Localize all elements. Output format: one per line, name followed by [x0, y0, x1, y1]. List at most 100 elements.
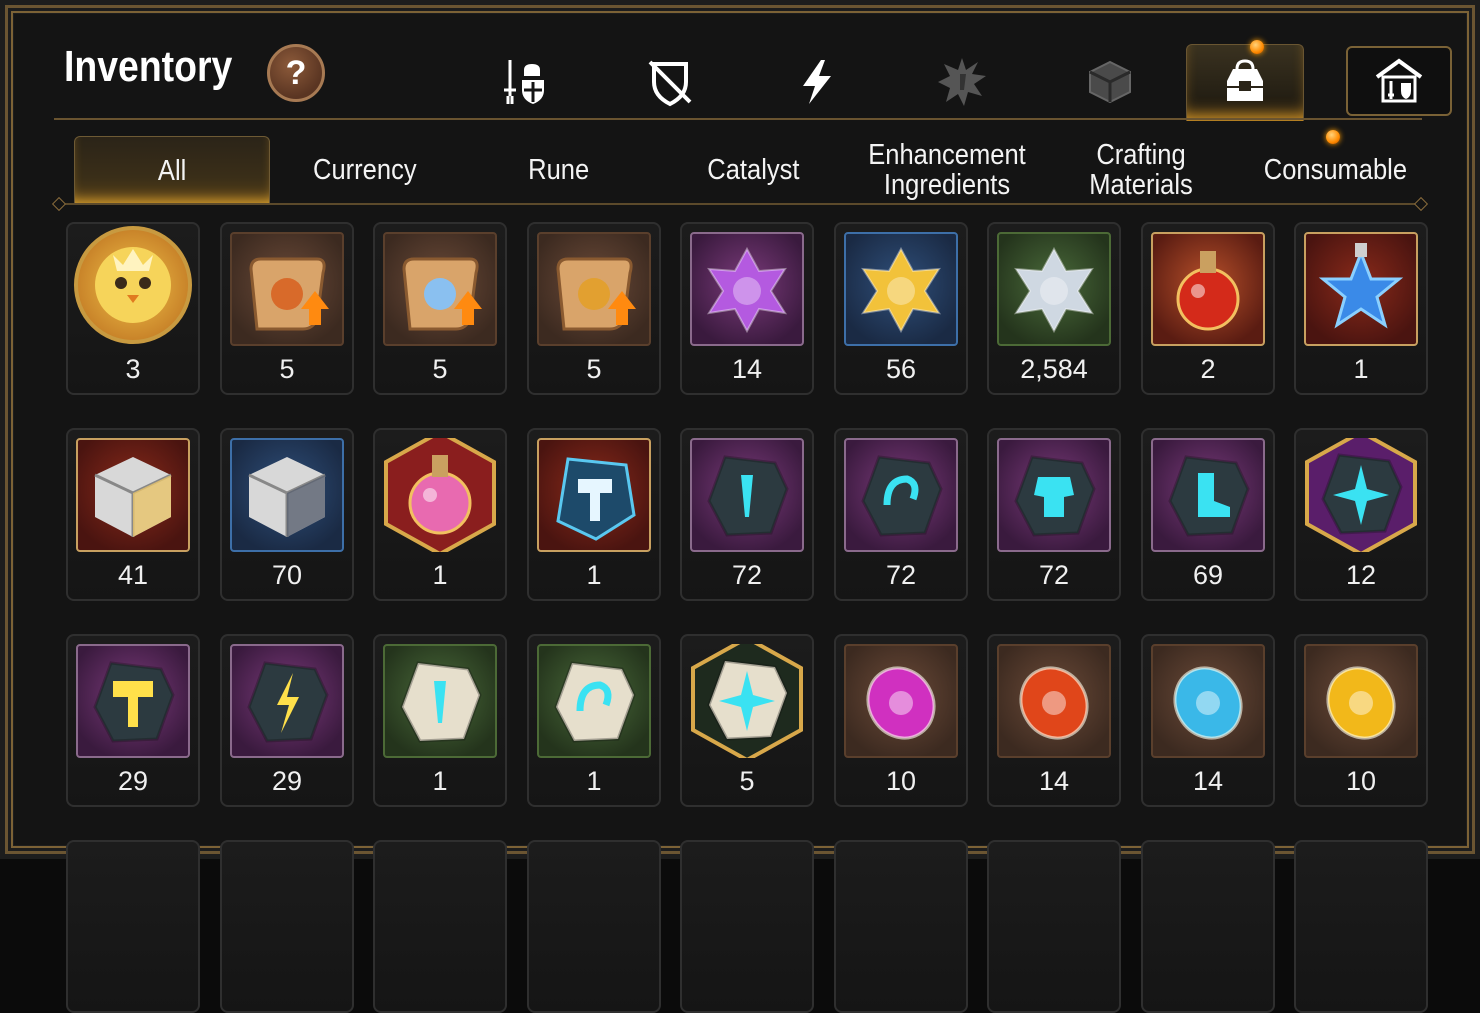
tab-label: Consumable: [1263, 154, 1407, 186]
header-divider: [54, 118, 1422, 120]
inventory-item[interactable]: 56: [834, 222, 968, 395]
inventory-item[interactable]: 1: [373, 634, 507, 807]
swirl-rune-light-icon: [537, 644, 651, 758]
bolt-rune-gold-icon: [230, 644, 344, 758]
inventory-item-partial[interactable]: [1294, 840, 1428, 1013]
tab-inventory[interactable]: [1186, 44, 1304, 121]
item-count: 70: [271, 560, 303, 590]
item-count: 72: [731, 560, 763, 590]
inventory-item[interactable]: 12: [1294, 428, 1428, 601]
inventory-item[interactable]: 10: [1294, 634, 1428, 807]
inventory-item[interactable]: 69: [1141, 428, 1275, 601]
help-button[interactable]: ?: [267, 44, 325, 102]
tab-enhancement-ingredients[interactable]: Enhancement Ingredients: [850, 136, 1044, 204]
inventory-item-partial[interactable]: [373, 840, 507, 1013]
item-count: 72: [1038, 560, 1070, 590]
hero-gear-icon: [504, 60, 544, 104]
moon-orb-icon: [844, 644, 958, 758]
boot-rune-stone-icon: [1151, 438, 1265, 552]
item-count: 5: [586, 354, 602, 384]
inventory-item[interactable]: 29: [66, 634, 200, 807]
inventory-item-partial[interactable]: [220, 840, 354, 1013]
inventory-item-partial[interactable]: [680, 840, 814, 1013]
inventory-item-partial[interactable]: [987, 840, 1121, 1013]
item-count: 1: [432, 766, 448, 796]
inventory-item[interactable]: 70: [220, 428, 354, 601]
inventory-item[interactable]: 2,584: [987, 222, 1121, 395]
star-potion-icon: [1304, 232, 1418, 346]
inventory-item[interactable]: 1: [1294, 222, 1428, 395]
star-rune-light-icon: [690, 644, 804, 758]
item-count: 2,584: [1020, 354, 1088, 384]
inventory-item[interactable]: 14: [680, 222, 814, 395]
fire-orb-icon: [997, 644, 1111, 758]
silver-crystal-icon: [997, 232, 1111, 346]
item-count: 5: [279, 354, 295, 384]
purple-crystal-icon: [690, 232, 804, 346]
tab-consumable[interactable]: Consumable: [1238, 136, 1432, 204]
item-count: 5: [432, 354, 448, 384]
inventory-item[interactable]: 3: [66, 222, 200, 395]
inventory-window: Inventory ? All Currency Rune Catalyst E…: [0, 0, 1480, 1013]
gem-splash-icon: [938, 58, 986, 106]
storage-button[interactable]: [1346, 46, 1452, 116]
inventory-item-partial[interactable]: [66, 840, 200, 1013]
item-count: 2: [1200, 354, 1216, 384]
sun-orb-icon: [1304, 644, 1418, 758]
inventory-item[interactable]: 5: [220, 222, 354, 395]
tab-catalyst[interactable]: Catalyst: [656, 136, 850, 204]
gold-crystal-icon: [844, 232, 958, 346]
inventory-item[interactable]: 72: [680, 428, 814, 601]
inventory-item[interactable]: 1: [527, 428, 661, 601]
tab-defense[interactable]: [612, 44, 728, 120]
inventory-item[interactable]: 5: [527, 222, 661, 395]
item-count: 10: [885, 766, 917, 796]
inventory-item[interactable]: 1: [373, 428, 507, 601]
tab-rune[interactable]: Rune: [462, 136, 656, 204]
tab-label: Crafting Materials: [1089, 139, 1193, 201]
lightning-icon: [803, 60, 831, 104]
item-count: 29: [117, 766, 149, 796]
inventory-item[interactable]: 14: [987, 634, 1121, 807]
inventory-item[interactable]: 5: [373, 222, 507, 395]
inventory-item[interactable]: 72: [987, 428, 1121, 601]
swirl-rune-stone-icon: [844, 438, 958, 552]
sword-rune-light-icon: [383, 644, 497, 758]
inventory-item-partial[interactable]: [1141, 840, 1275, 1013]
hammer-rune-gold-icon: [76, 644, 190, 758]
hammer-rune-blue-icon: [537, 438, 651, 552]
item-count: 69: [1192, 560, 1224, 590]
item-count: 12: [1345, 560, 1377, 590]
inventory-item-partial[interactable]: [834, 840, 968, 1013]
tab-all[interactable]: All: [74, 136, 270, 205]
tab-artifact[interactable]: [904, 44, 1020, 120]
inventory-item[interactable]: 29: [220, 634, 354, 807]
inventory-item[interactable]: 1: [527, 634, 661, 807]
pink-potion-icon: [383, 438, 497, 552]
inventory-item-partial[interactable]: [527, 840, 661, 1013]
tab-currency[interactable]: Currency: [268, 136, 462, 204]
scroll-rainbow-cube-upgrade-icon: [383, 232, 497, 346]
item-count: 14: [731, 354, 763, 384]
consumable-notification-dot: [1326, 130, 1340, 144]
tab-crafting-materials[interactable]: Crafting Materials: [1044, 136, 1238, 204]
item-count: 41: [117, 560, 149, 590]
tab-material[interactable]: [1052, 44, 1168, 120]
inventory-item[interactable]: 5: [680, 634, 814, 807]
page-title: Inventory: [64, 42, 233, 91]
red-potion-icon: [1151, 232, 1265, 346]
tab-hero-gear[interactable]: [466, 44, 582, 120]
tab-label: All: [157, 155, 187, 187]
inventory-item[interactable]: 10: [834, 634, 968, 807]
item-count: 72: [885, 560, 917, 590]
tab-label: Rune: [528, 154, 590, 186]
inventory-item[interactable]: 14: [1141, 634, 1275, 807]
inventory-item[interactable]: 72: [834, 428, 968, 601]
tab-label: Catalyst: [706, 154, 800, 186]
tab-skill[interactable]: [759, 44, 875, 120]
inventory-item[interactable]: 41: [66, 428, 200, 601]
item-count: 14: [1192, 766, 1224, 796]
tab-label: Currency: [313, 154, 417, 186]
inventory-item[interactable]: 2: [1141, 222, 1275, 395]
item-count: 1: [586, 560, 602, 590]
